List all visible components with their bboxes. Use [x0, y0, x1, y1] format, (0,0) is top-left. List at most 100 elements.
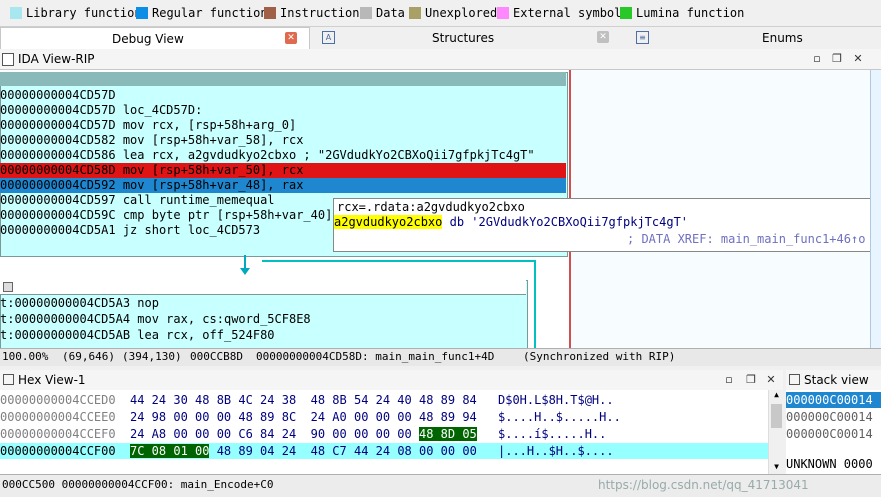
- hex-bytes: 44 24 30 48 8B 4C 24 38 48 8B 54 24 40 4…: [130, 393, 477, 407]
- hex-view-icon: [3, 374, 14, 385]
- tab-label: Enums: [762, 31, 803, 45]
- close-icon[interactable]: ✕: [597, 31, 609, 43]
- legend-swatch: [409, 7, 421, 19]
- code-line[interactable]: t:00000000004CD5A4 mov rax, cs:qword_5CF…: [0, 312, 311, 327]
- code-line[interactable]: 00000000004CD57D: [0, 88, 116, 103]
- code-line[interactable]: 00000000004CD58D mov [rsp+58h+var_50], r…: [0, 163, 566, 178]
- legend-swatch: [497, 7, 509, 19]
- hex-address: 00000000004CCED0: [0, 393, 116, 407]
- node-icon: [3, 282, 13, 292]
- legend-item: Data: [360, 5, 405, 21]
- hex-bytes: 24 98 00 00 00 48 89 8C 24 A0 00 00 00 4…: [130, 410, 477, 424]
- ida-view-titlebar: IDA View-RIP ▫ ❐ ✕: [0, 49, 881, 70]
- restore-icon[interactable]: ▫: [722, 373, 736, 387]
- close-icon[interactable]: ✕: [851, 52, 865, 66]
- hex-bytes-highlight: 48 8D 05: [418, 427, 477, 441]
- float-icon[interactable]: ❐: [830, 52, 844, 66]
- legend-item: Lumina function: [620, 5, 744, 21]
- tab-structures[interactable]: A Structures ✕: [310, 27, 624, 49]
- hex-bytes-part: 48 89 04 24 48 C7 44 24 08 00 00 00: [209, 444, 477, 458]
- hex-address: 00000000004CCEF0: [0, 427, 116, 441]
- panel-title: Hex View-1: [18, 373, 86, 387]
- code-line[interactable]: 00000000004CD586 lea rcx, a2gvdudkyo2cbx…: [0, 148, 535, 163]
- hex-ascii: D$0H.L$8H.T$@H..: [498, 393, 614, 407]
- hex-row[interactable]: 00000000004CCEE0 24 98 00 00 00 48 89 8C …: [0, 409, 768, 425]
- legend-item: External symbol: [497, 5, 621, 21]
- ida-status-bar: 100.00% (69,646) (394,130) 000CCB8D 00000000…: [0, 348, 881, 366]
- scroll-up-icon[interactable]: ▲: [769, 390, 784, 402]
- legend-item: Library function: [10, 5, 142, 21]
- hex-scrollbar[interactable]: ▲ ▼: [768, 390, 784, 474]
- hex-view-titlebar: Hex View-1 ▫ ❐ ✕: [0, 370, 783, 391]
- hex-ascii: |...H..$H..$....: [498, 444, 614, 458]
- enums-icon: ≡: [636, 31, 649, 44]
- hex-status-text: 000CC500 00000000004CCF00: main_Encode+C…: [2, 478, 274, 491]
- code-line[interactable]: 00000000004CD592 mov [rsp+58h+var_48], r…: [0, 178, 566, 193]
- legend-label: External symbol: [513, 6, 622, 20]
- legend-swatch: [360, 7, 372, 19]
- hex-bytes-part: 24 A8 00 00 00 C6 84 24 90 00 00 00 00: [130, 427, 419, 441]
- hex-row[interactable]: 00000000004CCF00 7C 08 01 00 48 89 04 24 …: [0, 443, 768, 459]
- code-line[interactable]: 00000000004CD59C cmp byte ptr [rsp+58h+v…: [0, 208, 332, 223]
- status-field: (Synchronized with RIP): [523, 350, 676, 363]
- watermark: https://blog.csdn.net/qq_41713041: [598, 478, 809, 492]
- code-line[interactable]: t:00000000004CD5A3 nop: [0, 296, 159, 311]
- hex-ascii: $....í$.....H..: [498, 427, 607, 441]
- legend-swatch: [264, 7, 276, 19]
- code-line[interactable]: 00000000004CD57D mov rcx, [rsp+58h+arg_0…: [0, 118, 296, 133]
- stack-view[interactable]: 000000C00014 000000C00014 000000C00014 UNKN…: [786, 390, 881, 474]
- scroll-down-icon[interactable]: ▼: [769, 462, 784, 474]
- code-line[interactable]: 00000000004CD582 mov [rsp+58h+var_58], r…: [0, 133, 303, 148]
- hex-bytes: 24 A8 00 00 00 C6 84 24 90 00 00 00 00 4…: [130, 426, 477, 442]
- hex-ascii: $....H..$.....H..: [498, 410, 621, 424]
- hex-bytes-highlight: 7C 08 01 00: [130, 444, 210, 458]
- stack-row[interactable]: 000000C00014: [786, 426, 881, 442]
- legend-swatch: [620, 7, 632, 19]
- code-line[interactable]: t:00000000004CD5AB lea rcx, off_524F80: [0, 328, 275, 343]
- node-header: [0, 280, 526, 295]
- panel-title: Stack view: [804, 373, 869, 387]
- legend-swatch: [10, 7, 22, 19]
- code-line[interactable]: 00000000004CD57D loc_4CD57D:: [0, 103, 202, 118]
- float-icon[interactable]: ❐: [744, 373, 758, 387]
- close-icon[interactable]: ✕: [285, 32, 297, 44]
- legend-label: Lumina function: [636, 6, 745, 20]
- stack-row[interactable]: 000000C00014: [786, 392, 881, 408]
- graph-edge: [262, 260, 534, 262]
- hex-bytes: 7C 08 01 00 48 89 04 24 48 C7 44 24 08 0…: [130, 443, 477, 459]
- legend-label: Regular function: [152, 6, 268, 20]
- tooltip-definition: db '2GVdudkYo2CBXoQii7gfpkjTc4gT': [442, 215, 689, 229]
- hex-row[interactable]: 00000000004CCEF0 24 A8 00 00 00 C6 84 24 …: [0, 426, 768, 442]
- status-field: (69,646): [62, 350, 115, 363]
- status-field: 000CCB8D: [190, 350, 243, 363]
- hex-dump[interactable]: 00000000004CCED0 44 24 30 48 8B 4C 24 38 …: [0, 390, 768, 474]
- tooltip-label: a2gvdudkyo2cbxo: [334, 215, 443, 229]
- tooltip-line: a2gvdudkyo2cbxo db '2GVdudkYo2CBXoQii7gf…: [334, 215, 688, 229]
- tab-enums[interactable]: ≡ Enums: [626, 27, 881, 49]
- restore-icon[interactable]: ▫: [810, 52, 824, 66]
- tab-bar: Debug View ✕ A Structures ✕ ≡ Enums: [0, 27, 881, 50]
- stack-view-icon: [789, 374, 800, 385]
- hex-row[interactable]: 00000000004CCED0 44 24 30 48 8B 4C 24 38 …: [0, 392, 768, 408]
- legend-swatch: [136, 7, 148, 19]
- legend-label: Unexplored: [425, 6, 498, 20]
- code-line[interactable]: 00000000004CD5A1 jz short loc_4CD573: [0, 223, 260, 238]
- legend-item: Unexplored: [409, 5, 497, 21]
- legend-item: Regular function: [136, 5, 268, 21]
- structures-icon: A: [322, 31, 335, 44]
- code-line[interactable]: 00000000004CD597 call runtime_memequal: [0, 193, 275, 208]
- status-field: 00000000004CD58D: main_main_func1+4D: [256, 350, 495, 363]
- legend-label: Instruction: [280, 6, 360, 20]
- hex-address: 00000000004CCEE0: [0, 410, 116, 424]
- close-icon[interactable]: ✕: [764, 373, 778, 387]
- ida-view-icon: [2, 53, 14, 66]
- stack-status: UNKNOWN 0000: [786, 457, 873, 471]
- tab-debug-view[interactable]: Debug View ✕: [0, 27, 310, 50]
- hex-status-bar: 000CC500 00000000004CCF00: main_Encode+C…: [0, 474, 881, 497]
- scroll-thumb[interactable]: [771, 404, 782, 428]
- status-field: 100.00%: [2, 350, 49, 363]
- stack-row[interactable]: 000000C00014: [786, 409, 881, 425]
- hex-address: 00000000004CCF00: [0, 444, 116, 458]
- legend-bar: Library function Regular function Instruct…: [0, 0, 881, 27]
- panel-title: IDA View-RIP: [18, 52, 95, 66]
